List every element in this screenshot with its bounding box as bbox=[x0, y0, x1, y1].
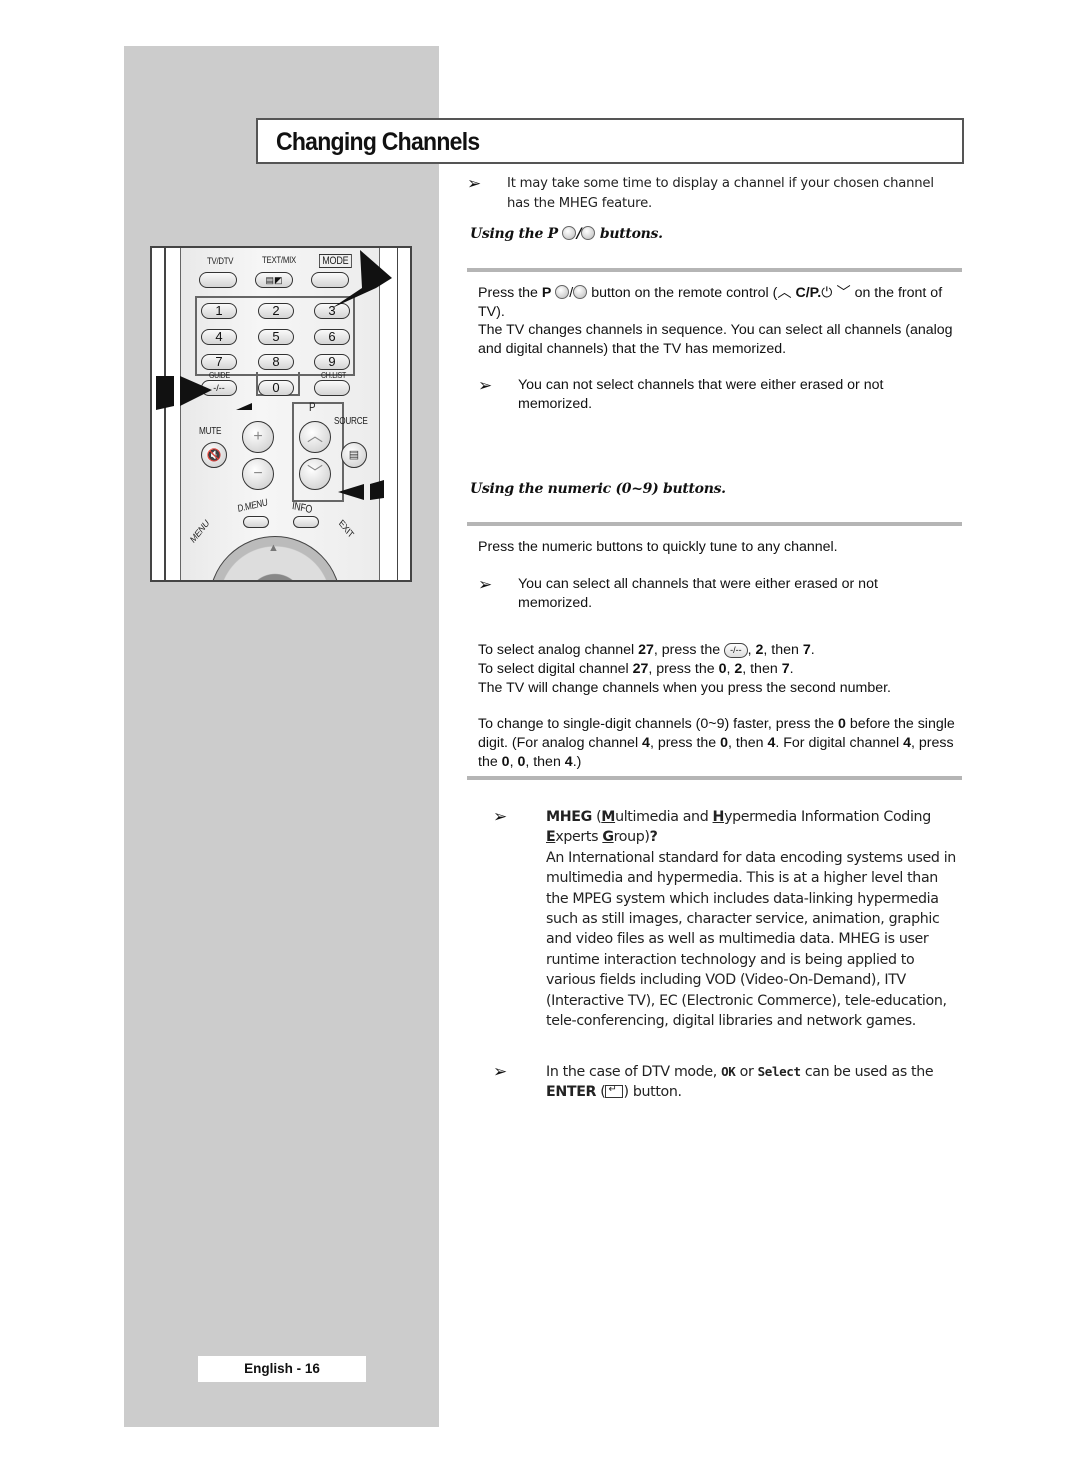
arrow-bar-left-icon bbox=[156, 376, 174, 410]
note-arrow-icon: ➢ bbox=[467, 174, 482, 193]
arrow-bar-right-icon bbox=[370, 480, 384, 500]
pointer-arrows bbox=[156, 250, 392, 500]
p-buttons-note-text: You can not select channels that were ei… bbox=[518, 377, 884, 412]
section-heading-p-buttons: Using the P / buttons. bbox=[470, 226, 663, 242]
channel-down-icon bbox=[573, 285, 588, 299]
intro-note-text: It may take some time to display a chann… bbox=[507, 176, 934, 212]
enter-icon: ↵ bbox=[605, 1084, 624, 1099]
section-divider bbox=[467, 268, 962, 272]
channel-down-icon bbox=[581, 226, 596, 240]
mheg-note: ➢ MHEG (Multimedia and Hypermedia Inform… bbox=[493, 807, 963, 1031]
remote-illustration: TV/DTV TEXT/MIX MODE ▤◩ 1 2 3 4 5 6 7 8 … bbox=[150, 246, 412, 582]
page-number: English - 16 bbox=[198, 1356, 366, 1382]
dtv-note-text: In the case of DTV mode, OK or Select ca… bbox=[546, 1064, 934, 1101]
power-icon: ⏻ bbox=[821, 285, 833, 301]
second-number-note: The TV will change channels when you pre… bbox=[478, 680, 891, 696]
section-divider bbox=[467, 522, 962, 526]
title-box: Changing Channels bbox=[256, 118, 964, 164]
digital-example: To select digital channel 27, press the … bbox=[478, 661, 794, 677]
analog-example: To select analog channel 27, press the -… bbox=[478, 642, 815, 658]
arrow-to-numeric-icon bbox=[332, 250, 392, 308]
dtv-note: ➢ In the case of DTV mode, OK or Select … bbox=[493, 1062, 963, 1103]
mheg-note-content: MHEG (Multimedia and Hypermedia Informat… bbox=[546, 807, 963, 1031]
note-arrow-icon: ➢ bbox=[478, 376, 493, 395]
arrow-to-p-buttons-icon bbox=[338, 484, 364, 500]
tv-up-icon: ︿ bbox=[777, 285, 792, 301]
single-digit-instruction: To change to single-digit channels (0~9)… bbox=[478, 716, 955, 770]
tv-down-icon: ﹀ bbox=[836, 285, 851, 301]
p-buttons-description: The TV changes channels in sequence. You… bbox=[478, 322, 953, 357]
heading-text: Using the P bbox=[470, 226, 558, 242]
section-divider bbox=[467, 776, 962, 780]
page-title: Changing Channels bbox=[276, 128, 480, 156]
volume-wedge-icon bbox=[236, 403, 252, 410]
p-buttons-instruction: Press the P / button on the remote contr… bbox=[478, 285, 943, 320]
dash-key-icon: -/-- bbox=[724, 643, 748, 658]
numeric-note: ➢ You can select all channels that were … bbox=[478, 575, 958, 613]
numeric-note-text: You can select all channels that were ei… bbox=[518, 576, 878, 611]
channel-up-icon bbox=[562, 226, 577, 240]
mheg-definition-body: An International standard for data encod… bbox=[546, 849, 956, 1030]
mheg-definition-title: MHEG (Multimedia and Hypermedia Informat… bbox=[546, 809, 931, 846]
note-arrow-icon: ➢ bbox=[478, 575, 493, 594]
intro-note: ➢ It may take some time to display a cha… bbox=[467, 174, 963, 215]
heading-text: buttons. bbox=[599, 226, 663, 242]
numeric-instruction: Press the numeric buttons to quickly tun… bbox=[478, 539, 838, 555]
numeric-examples: To select analog channel 27, press the -… bbox=[478, 641, 958, 698]
section-heading-numeric: Using the numeric (0~9) buttons. bbox=[470, 481, 726, 497]
channel-up-icon bbox=[555, 285, 570, 299]
note-arrow-icon: ➢ bbox=[493, 807, 508, 826]
arrow-to-dash-key-icon bbox=[180, 376, 212, 406]
p-buttons-note: ➢ You can not select channels that were … bbox=[478, 376, 958, 414]
note-arrow-icon: ➢ bbox=[493, 1062, 508, 1081]
